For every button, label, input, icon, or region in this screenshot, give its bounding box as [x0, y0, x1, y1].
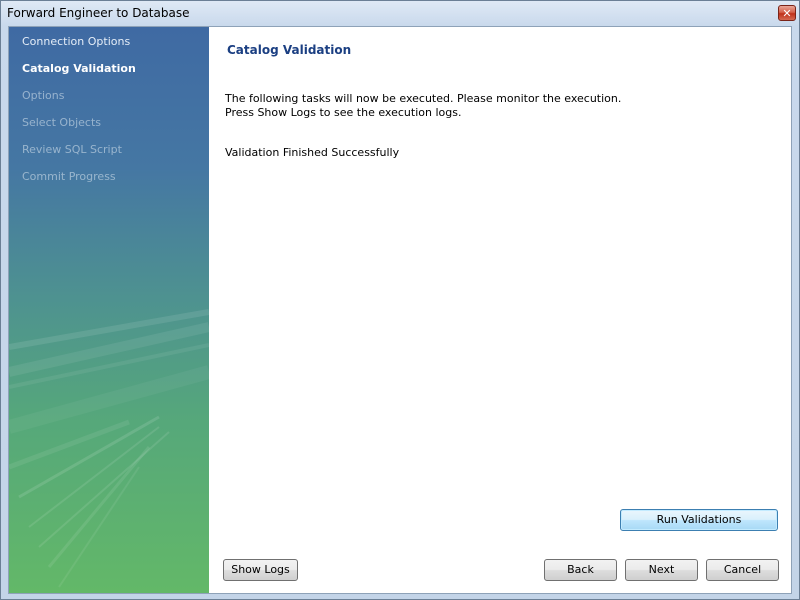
description-line-1: The following tasks will now be executed… — [225, 92, 622, 105]
wizard-sidebar: Connection Options Catalog Validation Op… — [9, 27, 209, 593]
wizard-content: Catalog Validation The following tasks w… — [209, 27, 791, 593]
description-line-2: Press Show Logs to see the execution log… — [225, 106, 462, 119]
window-title: Forward Engineer to Database — [7, 6, 190, 20]
step-connection-options[interactable]: Connection Options — [22, 35, 130, 48]
description: The following tasks will now be executed… — [225, 92, 621, 120]
validation-status: Validation Finished Successfully — [225, 146, 400, 159]
back-button[interactable]: Back — [544, 559, 617, 581]
next-button[interactable]: Next — [625, 559, 698, 581]
sidebar-decoration — [9, 309, 209, 588]
cancel-button[interactable]: Cancel — [706, 559, 779, 581]
run-validations-button[interactable]: Run Validations — [620, 509, 778, 531]
title-bar: Forward Engineer to Database ✕ — [1, 1, 799, 26]
close-icon: ✕ — [782, 7, 792, 20]
step-review-sql-script[interactable]: Review SQL Script — [22, 143, 122, 156]
show-logs-button[interactable]: Show Logs — [223, 559, 298, 581]
step-options[interactable]: Options — [22, 89, 64, 102]
wizard-window: Forward Engineer to Database ✕ Connectio… — [0, 0, 800, 600]
step-select-objects[interactable]: Select Objects — [22, 116, 101, 129]
close-button[interactable]: ✕ — [778, 5, 796, 21]
page-title: Catalog Validation — [227, 43, 352, 57]
step-commit-progress[interactable]: Commit Progress — [22, 170, 116, 183]
step-catalog-validation[interactable]: Catalog Validation — [22, 62, 136, 75]
dialog-body: Connection Options Catalog Validation Op… — [8, 26, 792, 594]
